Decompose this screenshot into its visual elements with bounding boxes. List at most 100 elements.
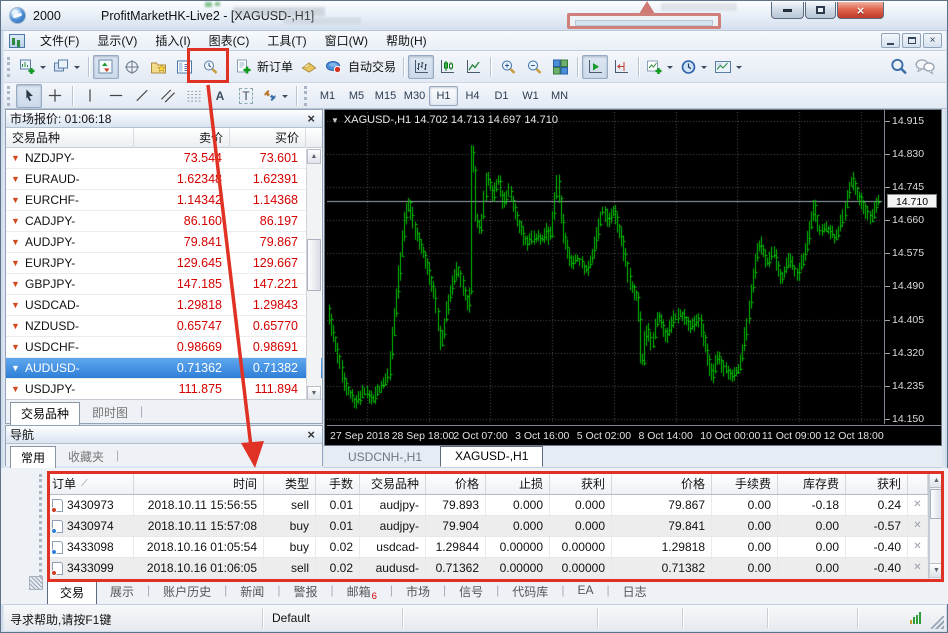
horizontal-line-tool-button[interactable] <box>103 84 129 108</box>
new-order-button[interactable]: 新订单 <box>232 55 296 79</box>
text-tool-button[interactable]: A <box>207 84 233 108</box>
cursor-tool-button[interactable] <box>16 83 42 108</box>
vertical-line-tool-button[interactable] <box>77 84 103 108</box>
tab-market[interactable]: 市场 <box>394 581 442 603</box>
child-restore-button[interactable] <box>902 33 921 48</box>
chart-price-axis[interactable]: 14.710 14.915 14.830 14.745 14.660 14.575 14.… <box>884 110 941 425</box>
col-price[interactable]: 价格 <box>426 474 486 494</box>
chart-tab-usdcnh[interactable]: USDCNH-,H1 <box>334 448 436 467</box>
tab-alerts[interactable]: 警报 <box>281 581 329 603</box>
menu-view[interactable]: 显示(V) <box>88 29 146 52</box>
status-profile[interactable]: Default <box>272 611 310 625</box>
col-type[interactable]: 类型 <box>264 474 316 494</box>
navigator-toggle-button[interactable] <box>145 55 171 79</box>
minimize-button[interactable] <box>771 2 804 19</box>
toolbar-grip[interactable] <box>7 56 12 77</box>
dropdown-caret[interactable] <box>667 65 674 72</box>
profiles-button[interactable] <box>50 55 84 79</box>
data-window-button[interactable] <box>119 55 145 79</box>
tab-news[interactable]: 新闻 <box>228 581 276 603</box>
indicators-button[interactable] <box>643 55 677 79</box>
dropdown-caret[interactable] <box>736 65 743 72</box>
child-close-button[interactable]: × <box>923 33 942 48</box>
timeframe-m30-button[interactable]: M30 <box>400 86 429 106</box>
symbol-row[interactable]: ▼ EURJPY- 129.645 129.667 <box>6 253 322 274</box>
timeframe-m5-button[interactable]: M5 <box>342 86 371 106</box>
timeframe-mn-button[interactable]: MN <box>545 86 574 106</box>
market-watch-header[interactable]: 交易品种 卖价 买价 <box>6 128 322 148</box>
menu-window[interactable]: 窗口(W) <box>316 29 377 52</box>
dropdown-caret[interactable] <box>74 65 80 72</box>
col-profit[interactable]: 获利 <box>846 474 908 494</box>
candlestick-chart-button[interactable] <box>434 55 460 79</box>
scrollbar-thumb[interactable] <box>930 489 943 519</box>
text-label-tool-button[interactable]: T <box>233 84 259 108</box>
orders-table-header[interactable]: 订单 ∕ 时间 类型 手数 交易品种 价格 止损 获利 价格 手续费 库存费 获利 <box>48 474 928 495</box>
column-bid[interactable]: 卖价 <box>134 128 230 148</box>
auto-scroll-button[interactable] <box>582 54 609 79</box>
col-sl[interactable]: 止损 <box>486 474 550 494</box>
timeframe-h1-button[interactable]: H1 <box>429 85 458 106</box>
close-order-icon[interactable]: ✕ <box>908 495 928 515</box>
terminal-toggle-button[interactable] <box>171 55 197 79</box>
tab-mailbox[interactable]: 邮箱6 <box>335 581 389 603</box>
symbol-row[interactable]: ▼ NZDJPY- 73.544 73.601 <box>6 148 322 169</box>
crosshair-tool-button[interactable] <box>42 84 68 108</box>
line-chart-button[interactable] <box>460 55 486 79</box>
tab-symbols[interactable]: 交易品种 <box>10 402 81 426</box>
resize-grip[interactable] <box>931 616 944 629</box>
scroll-up-icon[interactable]: ▲ <box>307 149 321 164</box>
timeframes-button[interactable] <box>677 55 711 79</box>
timeframe-h4-button[interactable]: H4 <box>458 86 487 106</box>
terminal-corner-grip[interactable] <box>29 576 43 590</box>
menu-charts[interactable]: 图表(C) <box>200 29 259 52</box>
tab-exposure[interactable]: 展示 <box>98 581 146 603</box>
col-tp[interactable]: 获利 <box>550 474 612 494</box>
column-symbol[interactable]: 交易品种 <box>6 128 134 148</box>
chart-shift-button[interactable] <box>608 55 634 79</box>
col-symbol[interactable]: 交易品种 <box>360 474 426 494</box>
terminal-grip[interactable] <box>39 474 45 578</box>
symbol-row[interactable]: ▼ EURCHF- 1.14342 1.14368 <box>6 190 322 211</box>
dropdown-caret[interactable] <box>40 65 46 72</box>
fibonacci-tool-button[interactable] <box>181 84 207 108</box>
tab-favorites[interactable]: 收藏夹 <box>58 446 114 468</box>
chart-child-icon[interactable] <box>9 33 25 48</box>
zoom-in-button[interactable] <box>495 55 521 79</box>
order-row[interactable]: 3433098 2018.10.16 01:05:54 buy 0.02 usdca… <box>48 537 928 558</box>
chart-dropdown-icon[interactable]: ▼ <box>331 116 339 125</box>
col-commission[interactable]: 手续费 <box>712 474 778 494</box>
order-row[interactable]: 3433099 2018.10.16 01:06:05 sell 0.02 audu… <box>48 558 928 579</box>
community-chat-button[interactable] <box>912 55 938 79</box>
tab-experts[interactable]: EA <box>565 581 605 600</box>
terminal-scrollbar[interactable]: ▲ ▼ <box>929 473 944 578</box>
menu-help[interactable]: 帮助(H) <box>377 29 436 52</box>
tab-account-history[interactable]: 账户历史 <box>151 581 223 603</box>
col-lots[interactable]: 手数 <box>316 474 360 494</box>
chart-ohlc-header[interactable]: ▼ XAGUSD-,H1 14.702 14.713 14.697 14.710 <box>331 114 558 126</box>
chart-time-axis[interactable]: 27 Sep 2018 28 Sep 18:00 2 Oct 07:00 3 Oct … <box>327 425 941 445</box>
symbol-row[interactable]: ▼ EURAUD- 1.62348 1.62391 <box>6 169 322 190</box>
trendline-tool-button[interactable] <box>129 84 155 108</box>
zoom-out-button[interactable] <box>521 55 547 79</box>
symbol-row[interactable]: ▼ USDCAD- 1.29818 1.29843 <box>6 295 322 316</box>
order-row[interactable]: 3430973 2018.10.11 15:56:55 sell 0.01 audj… <box>48 495 928 516</box>
search-button[interactable] <box>886 55 912 79</box>
menu-file[interactable]: 文件(F) <box>31 29 88 52</box>
market-watch-toggle-button[interactable] <box>93 54 119 79</box>
order-row[interactable]: 3430974 2018.10.11 15:57:08 buy 0.01 audjp… <box>48 516 928 537</box>
scroll-down-icon[interactable]: ▼ <box>930 563 943 577</box>
symbol-row[interactable]: ▼ CADJPY- 86.160 86.197 <box>6 211 322 232</box>
timeframe-d1-button[interactable]: D1 <box>487 86 516 106</box>
market-watch-close-icon[interactable]: × <box>304 112 318 125</box>
symbol-row[interactable]: ▼ USDJPY- 111.875 111.894 <box>6 379 322 400</box>
market-watch-scrollbar[interactable]: ▲ ▼ <box>306 149 321 401</box>
tab-journal[interactable]: 日志 <box>611 581 659 603</box>
tab-signals[interactable]: 信号 <box>447 581 495 603</box>
timeframe-w1-button[interactable]: W1 <box>516 86 545 106</box>
symbol-row-selected[interactable]: ▼ AUDUSD- 0.71362 0.71382 <box>6 358 322 379</box>
symbol-row[interactable]: ▼ AUDJPY- 79.841 79.867 <box>6 232 322 253</box>
tab-common[interactable]: 常用 <box>10 446 57 470</box>
scrollbar-thumb[interactable] <box>307 239 321 291</box>
menu-insert[interactable]: 插入(I) <box>146 29 199 52</box>
